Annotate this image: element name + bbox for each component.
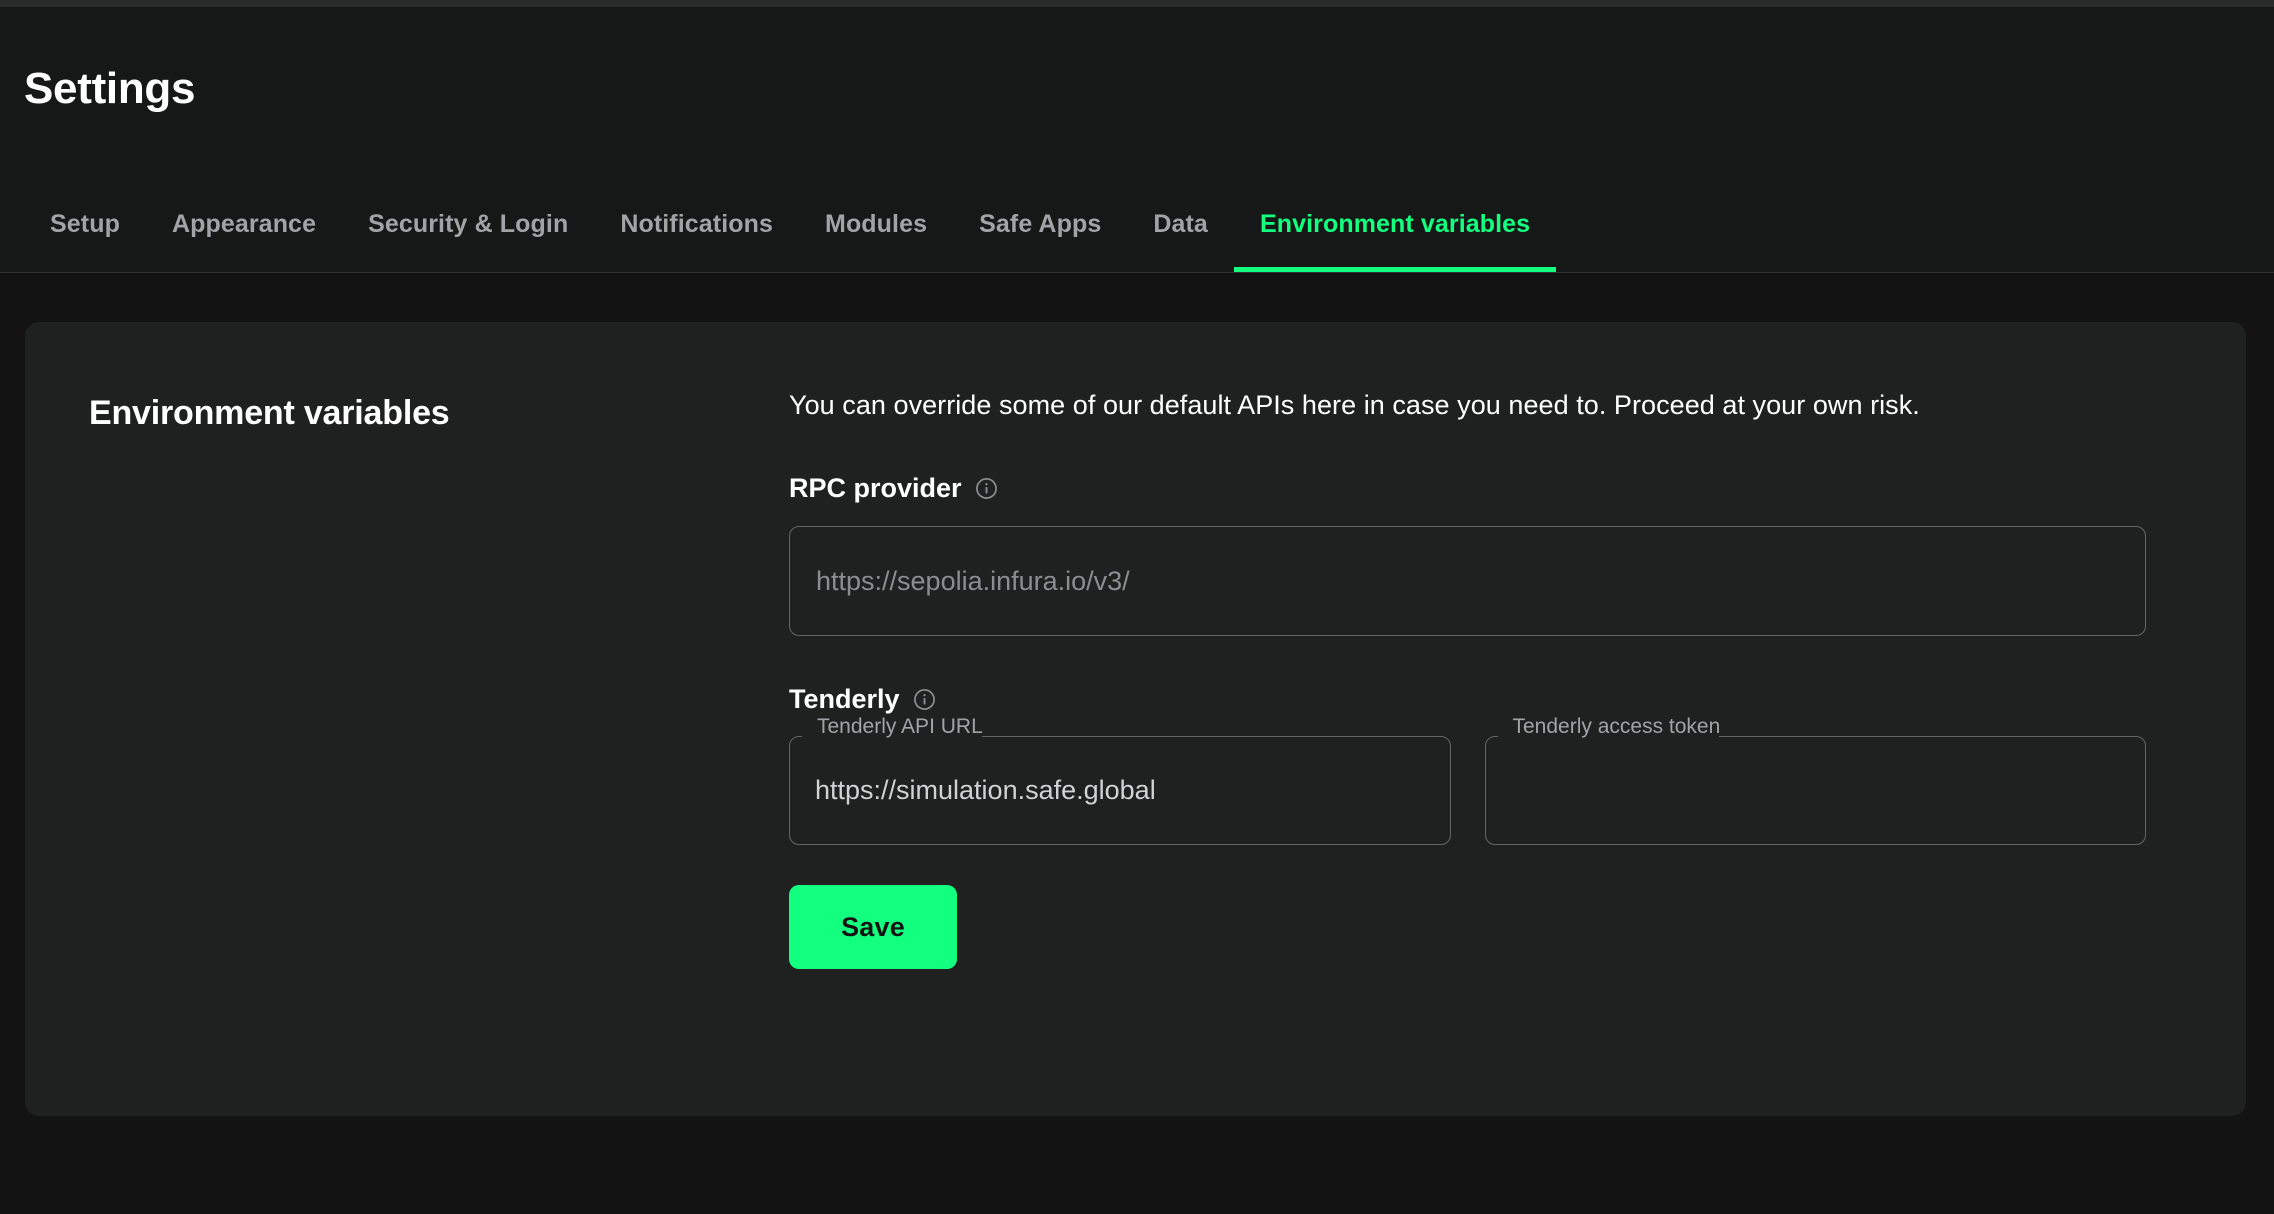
card-right-column: You can override some of our default API… <box>789 386 2186 970</box>
rpc-provider-label-row: RPC provider <box>789 473 2146 504</box>
tenderly-api-url-field: Tenderly API URL Tenderly API URL <box>789 715 1451 846</box>
info-circle-icon[interactable] <box>913 688 936 711</box>
tab-setup[interactable]: Setup <box>24 176 146 272</box>
rpc-provider-label: RPC provider <box>789 473 962 504</box>
window-top-edge <box>0 0 2274 7</box>
tab-notifications[interactable]: Notifications <box>594 176 799 272</box>
tab-security-login[interactable]: Security & Login <box>342 176 594 272</box>
rpc-provider-input[interactable] <box>789 526 2146 637</box>
settings-page: Settings Setup Appearance Security & Log… <box>0 0 2274 1214</box>
card-left-column: Environment variables <box>89 386 789 969</box>
intro-text: You can override some of our default API… <box>789 390 1920 420</box>
tenderly-fields-row: Tenderly API URL Tenderly API URL Tender… <box>789 715 2146 846</box>
rpc-provider-input-wrap <box>789 526 2146 637</box>
environment-variables-card: Environment variables You can override s… <box>25 322 2246 1116</box>
tenderly-label-row: Tenderly <box>789 684 2146 715</box>
tenderly-api-url-input[interactable] <box>789 735 1451 846</box>
info-circle-icon[interactable] <box>975 477 998 500</box>
tenderly-label: Tenderly <box>789 684 900 715</box>
tenderly-access-token-input[interactable] <box>1484 735 2146 846</box>
section-title: Environment variables <box>89 394 450 432</box>
save-button[interactable]: Save <box>789 885 957 970</box>
tab-appearance[interactable]: Appearance <box>146 176 342 272</box>
tab-safe-apps[interactable]: Safe Apps <box>953 176 1127 272</box>
tab-data[interactable]: Data <box>1127 176 1234 272</box>
settings-header: Settings Setup Appearance Security & Log… <box>0 7 2274 273</box>
tab-modules[interactable]: Modules <box>799 176 953 272</box>
settings-tabs: Setup Appearance Security & Login Notifi… <box>24 176 1557 272</box>
tab-environment-variables[interactable]: Environment variables <box>1233 176 1557 272</box>
tenderly-access-token-field: Tenderly access token Tenderly access to… <box>1484 715 2146 846</box>
page-title: Settings <box>24 64 196 113</box>
